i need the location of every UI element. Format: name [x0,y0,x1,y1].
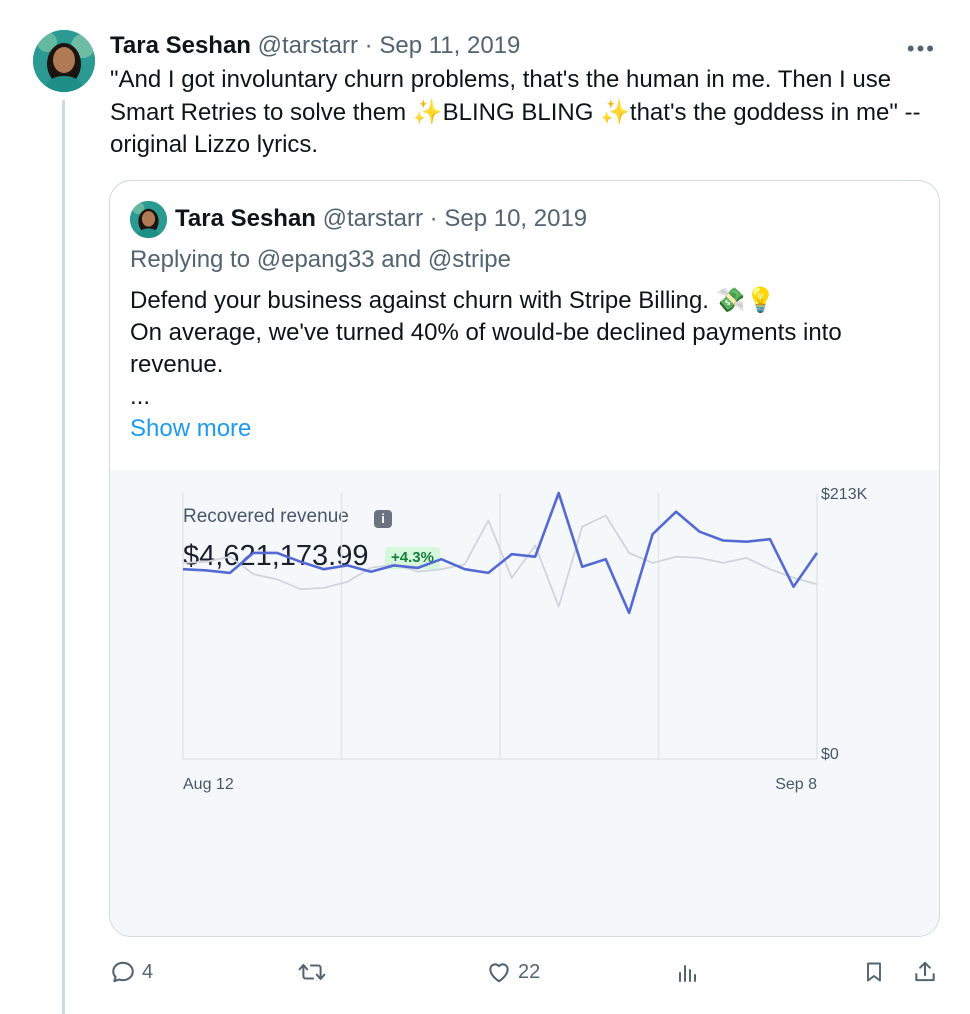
repost-button[interactable] [298,958,332,986]
quoted-tweet-text: Defend your business against churn with … [130,285,910,413]
quoted-tweet-header: Tara Seshan @tarstarr · Sep 10, 2019 [175,203,587,235]
line-chart: Aug 12 Sep 8 $213K $0 [182,486,868,793]
reply-button[interactable]: 4 [110,958,153,986]
author-avatar[interactable] [33,30,95,92]
y-tick-label: $213K [821,486,868,503]
replying-to-prefix: Replying to [130,246,251,273]
quoted-text-line: Defend your business against churn with … [130,287,776,314]
tweet-date[interactable]: Sep 11, 2019 [379,32,520,59]
y-tick-label: $0 [821,746,839,763]
quoted-header-separator: · [429,205,438,232]
header-separator: · [364,32,373,59]
author-handle[interactable]: @tarstarr [258,32,358,59]
bookmark-icon [867,962,881,982]
tweet-header: Tara Seshan @tarstarr · Sep 11, 2019 [110,30,950,62]
quoted-tweet-card[interactable]: Tara Seshan @tarstarr · Sep 10, 2019 Rep… [109,180,940,937]
share-button[interactable] [912,958,938,986]
author-name[interactable]: Tara Seshan [110,32,251,59]
tweet-text: "And I got involuntary churn problems, t… [110,66,921,158]
quoted-author-avatar [130,201,167,238]
replying-to-users: @epang33 and @stripe [256,246,511,273]
avatar-photo [33,30,95,92]
like-count: 22 [518,960,541,983]
views-chart-icon [679,965,696,982]
chart-image[interactable]: Recovered revenue i $4,621,173.99 +4.3% … [110,470,939,936]
like-button[interactable]: 22 [486,958,540,986]
share-icon [915,961,935,982]
quoted-avatar-photo [130,201,167,238]
thread-connector-line [62,100,65,1014]
repost-icon [298,963,326,981]
replying-to-line: Replying to @epang33 and @stripe [130,244,511,276]
show-more-link[interactable]: Show more [130,413,251,445]
quoted-text-line: ... [130,383,151,410]
quoted-tweet-date: Sep 10, 2019 [444,205,588,232]
quoted-text-line: On average, we've turned 40% of would-be… [130,319,842,378]
x-tick-label: Aug 12 [183,776,234,793]
reply-icon [112,961,134,983]
more-options-icon[interactable]: ••• [907,36,936,62]
heart-icon [489,963,509,983]
x-tick-label: Sep 8 [775,776,817,793]
quoted-author-handle: @tarstarr [322,205,423,232]
reply-count: 4 [142,960,154,983]
views-button[interactable] [676,958,700,986]
bookmark-button[interactable] [862,958,886,986]
quoted-author-name: Tara Seshan [175,205,316,232]
